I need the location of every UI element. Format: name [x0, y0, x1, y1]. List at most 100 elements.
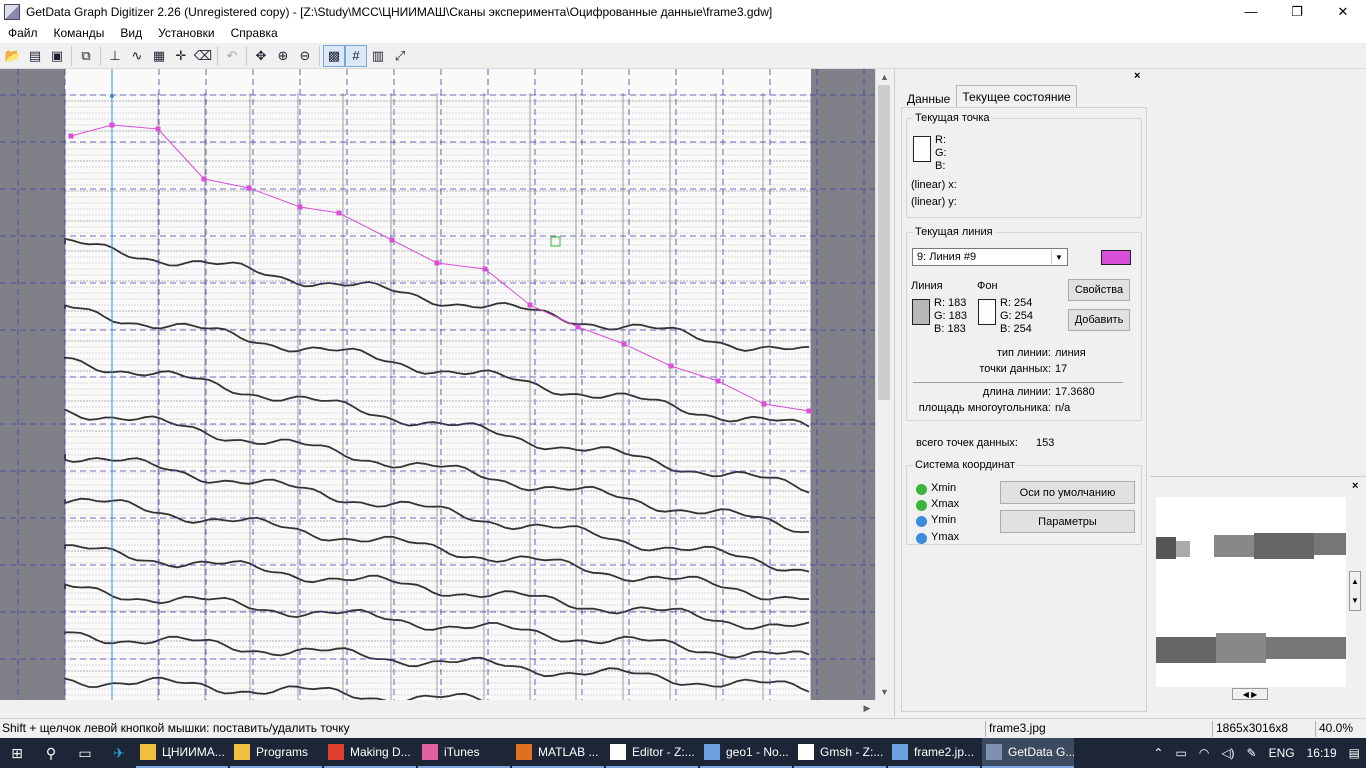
taskbar-app[interactable]: frame2.jp... [888, 738, 980, 768]
taskbar-app[interactable]: GetData G... [982, 738, 1074, 768]
scan-image[interactable] [0, 69, 875, 700]
search-icon[interactable]: ⚲ [34, 738, 68, 768]
status-separator [1315, 721, 1316, 737]
task-view-icon[interactable]: ▭ [68, 738, 102, 768]
tray-chevron-up-icon[interactable]: ⌃ [1147, 746, 1169, 760]
coordinate-system-legend: Система координат [915, 459, 1015, 471]
undo-icon[interactable]: ↶ [221, 45, 243, 67]
vertical-scrollbar[interactable]: ▲ ▼ [875, 69, 892, 700]
maximize-button[interactable]: ❐ [1274, 0, 1320, 23]
set-axes-icon[interactable]: ⊥ [104, 45, 126, 67]
area-digitize-icon[interactable]: ▦ [148, 45, 170, 67]
taskbar-app[interactable]: Programs [230, 738, 322, 768]
tray-clock[interactable]: 16:19 [1301, 746, 1343, 760]
line-color-swatch[interactable] [1101, 250, 1131, 265]
menu-commands[interactable]: Команды [46, 26, 113, 40]
tray-network-icon[interactable]: ▭ [1169, 746, 1192, 760]
toolbar: 📂 ▤ ▣ ⧉ ⊥ ∿ ▦ ✛ ⌫ ↶ ✥ ⊕ ⊖ ▩ # ▥ ⤢ [0, 43, 1366, 69]
menu-file[interactable]: Файл [0, 26, 46, 40]
point-color-swatch [913, 136, 931, 162]
eraser-icon[interactable]: ⌫ [192, 45, 214, 67]
grid-icon[interactable]: # [345, 44, 367, 67]
taskbar-app-label: ЦНИИМА... [162, 745, 225, 759]
save-icon[interactable]: ▣ [46, 45, 68, 67]
move-icon[interactable]: ✥ [250, 45, 272, 67]
taskbar-app[interactable]: Making D... [324, 738, 416, 768]
taskbar-app-label: MATLAB ... [538, 745, 599, 759]
preview-pixel [1156, 537, 1176, 559]
tray-notifications-icon[interactable]: ▤ [1343, 746, 1366, 760]
scroll-up-icon[interactable]: ▲ [876, 69, 893, 85]
taskbar-app[interactable]: ЦНИИМА... [136, 738, 228, 768]
default-axes-button[interactable]: Оси по умолчанию [1000, 481, 1135, 504]
open-image-icon[interactable]: ▤ [24, 45, 46, 67]
zoom-out-icon[interactable]: ⊖ [294, 45, 316, 67]
preview-scroll-arrows-icon[interactable]: ▲ ▼ [1349, 571, 1361, 611]
status-bar: Shift + щелчок левой кнопкой мышки: пост… [0, 718, 1366, 738]
point-capture-icon[interactable]: ✛ [170, 45, 192, 67]
minimize-button[interactable]: — [1228, 0, 1274, 23]
line-select[interactable]: 9: Линия #9 ▼ [912, 248, 1068, 266]
scroll-right-icon[interactable]: ▶ [859, 700, 875, 717]
tab-data[interactable]: Данные [901, 87, 957, 107]
scroll-down-icon[interactable]: ▼ [876, 684, 893, 700]
taskbar-app[interactable]: iTunes [418, 738, 510, 768]
add-line-button[interactable]: Добавить [1068, 309, 1130, 331]
tray-wifi-icon[interactable]: ◠ [1193, 746, 1215, 760]
point-g-label: G: [935, 147, 947, 159]
point-x-label: (linear) x: [911, 179, 957, 191]
taskbar-app[interactable]: Gmsh - Z:... [794, 738, 886, 768]
tray-volume-icon[interactable]: ◁) [1215, 746, 1240, 760]
toolbar-separator [319, 45, 320, 66]
polygon-area-value: n/a [1055, 402, 1071, 414]
color-filter-icon[interactable]: ▥ [367, 45, 389, 67]
taskbar-app[interactable]: Editor - Z:... [606, 738, 698, 768]
xmin-status-icon [916, 484, 927, 495]
chevron-down-icon[interactable]: ▼ [1051, 250, 1066, 264]
tab-body: Текущая точка R: G: B: (linear) x: (line… [901, 107, 1147, 712]
zoom-in-icon[interactable]: ⊕ [272, 45, 294, 67]
tab-current-state[interactable]: Текущее состояние [956, 85, 1077, 107]
menu-view[interactable]: Вид [112, 26, 150, 40]
preview-pixel [1266, 637, 1346, 659]
tray-language[interactable]: ENG [1263, 746, 1301, 760]
bg-b-value: B: 254 [1000, 323, 1032, 335]
close-button[interactable]: ✕ [1320, 0, 1366, 23]
show-image-icon[interactable]: ▩ [323, 44, 345, 67]
point-b-label: B: [935, 160, 946, 172]
windows-start-icon[interactable]: ⊞ [0, 738, 34, 768]
digitized-point [297, 204, 303, 210]
tray-pen-icon[interactable]: ✎ [1241, 746, 1263, 760]
taskbar-app-label: geo1 - No... [726, 745, 789, 759]
axis-marker-point[interactable] [110, 94, 114, 98]
taskbar-app[interactable]: MATLAB ... [512, 738, 604, 768]
ymin-status-icon [916, 516, 927, 527]
line-properties-button[interactable]: Свойства [1068, 279, 1130, 301]
menu-settings[interactable]: Установки [150, 26, 222, 40]
image-canvas[interactable] [0, 69, 875, 700]
panel-close-icon[interactable]: × [1134, 70, 1140, 82]
preview-pixel [1314, 533, 1346, 555]
plot-icon[interactable]: ⤢ [389, 45, 411, 67]
menu-help[interactable]: Справка [223, 26, 286, 40]
app-icon [422, 744, 438, 760]
digitized-point [621, 341, 627, 347]
current-point-legend: Текущая точка [915, 112, 990, 124]
vertical-scroll-thumb[interactable] [878, 85, 890, 400]
preview-close-icon[interactable]: × [1352, 480, 1358, 492]
telegram-icon[interactable]: ✈ [102, 738, 136, 768]
line-digitize-icon[interactable]: ∿ [126, 45, 148, 67]
horizontal-scrollbar[interactable]: ▶ [0, 700, 875, 717]
parameters-button[interactable]: Параметры [1000, 510, 1135, 533]
line-length-value: 17.3680 [1055, 386, 1095, 398]
open-folder-icon[interactable]: 📂 [2, 45, 24, 67]
preview-pixel [1156, 637, 1216, 663]
toolbar-separator [246, 45, 247, 66]
app-icon [4, 3, 20, 20]
taskbar-app[interactable]: geo1 - No... [700, 738, 792, 768]
digitized-point [575, 324, 581, 330]
preview-hscroll-arrows-icon[interactable]: ◀ ▶ [1232, 688, 1268, 700]
digitized-point [806, 408, 812, 414]
copy-icon[interactable]: ⧉ [75, 45, 97, 67]
digitized-point [482, 266, 488, 272]
